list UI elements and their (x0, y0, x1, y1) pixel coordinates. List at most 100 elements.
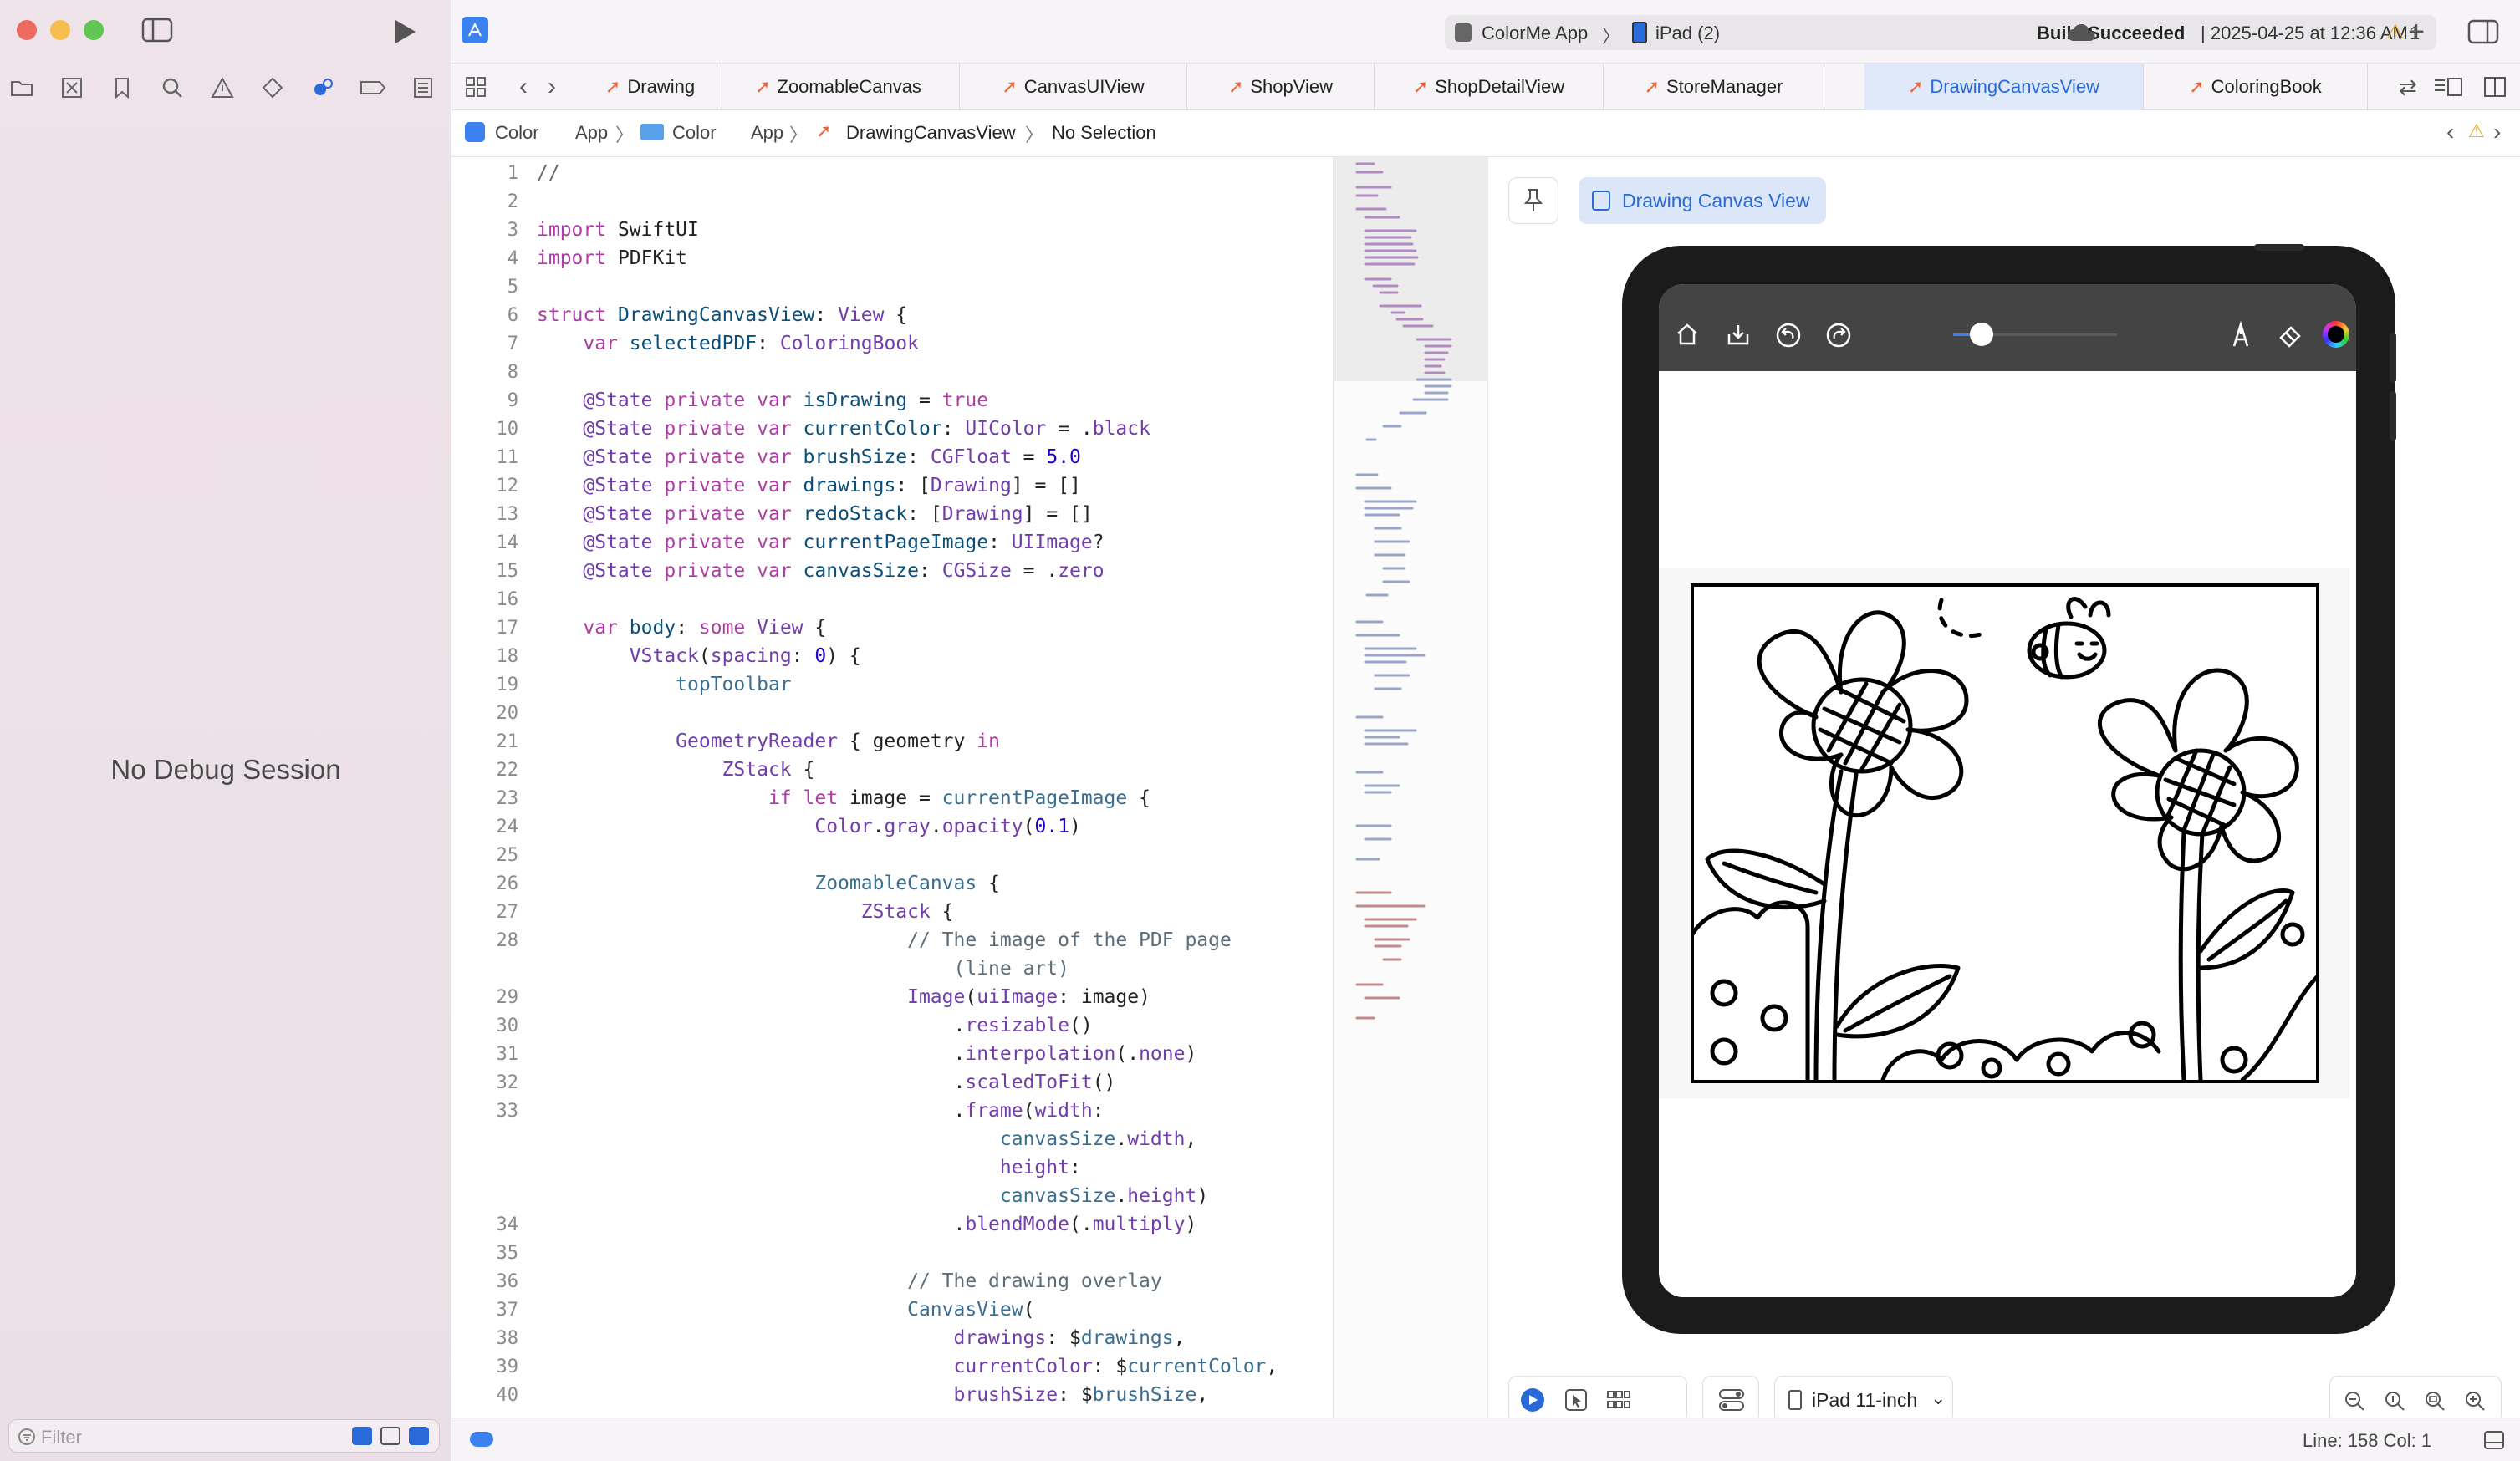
code-line: .scaledToFit() (537, 1072, 1116, 1093)
line-number: 24 (496, 817, 519, 837)
device-settings-button[interactable] (1702, 1376, 1759, 1423)
forward-icon[interactable]: › (542, 72, 562, 102)
home-icon[interactable] (1676, 323, 1699, 346)
ipad-device-icon (1788, 1390, 1802, 1410)
line-number: 22 (496, 760, 519, 781)
source-control-icon[interactable] (57, 75, 87, 100)
cloud-status-icon[interactable] (2065, 18, 2099, 47)
breadcrumb-selection[interactable]: No Selection (1052, 122, 1156, 144)
code-line: import PDFKit (537, 247, 688, 269)
filter-local-icon[interactable] (380, 1427, 400, 1445)
folder-icon (640, 124, 664, 140)
run-button-icon[interactable] (386, 15, 423, 48)
code-line: drawings: $drawings, (953, 1327, 1186, 1349)
breadcrumb-folder[interactable]: Color (672, 122, 717, 144)
find-navigator-icon[interactable] (157, 75, 187, 100)
line-number: 13 (496, 504, 519, 525)
scheme-status-bar[interactable]: ColorMe App 〉 iPad (2) Build Succeeded |… (1445, 15, 2436, 50)
code-line: .resizable() (537, 1015, 1093, 1036)
coloring-page-sunflowers-bee[interactable] (1691, 583, 2319, 1083)
code-line: canvasSize.width, (999, 1128, 1197, 1150)
report-navigator-icon[interactable] (408, 75, 438, 100)
swift-file-icon: ➚ (1644, 76, 1660, 97)
swift-file-icon: ➚ (1002, 76, 1018, 97)
line-number: 38 (496, 1328, 519, 1349)
swap-editors-icon[interactable]: ⇄ (2393, 74, 2423, 100)
tab-shopview[interactable]: ➚ ShopView (1187, 64, 1375, 110)
scheme-name[interactable]: ColorMe App (1482, 23, 1588, 44)
editor-options-icon[interactable] (2430, 74, 2466, 100)
line-number: 26 (496, 873, 519, 894)
line-number: 20 (496, 703, 519, 724)
debug-navigator-icon[interactable] (308, 75, 338, 100)
code-editor[interactable]: 1 2 3 4 5 6 7 8 9 10 11 12 13 14 15 16 17 18 19 20 21 22 23 24 2… (451, 157, 1333, 1418)
undo-icon[interactable] (1776, 323, 1801, 348)
filter-field[interactable]: Filter (8, 1419, 440, 1453)
color-picker-icon[interactable] (2323, 321, 2349, 348)
line-number: 29 (496, 987, 519, 1008)
breadcrumb-folder-suffix[interactable]: App (751, 122, 783, 144)
breakpoint-navigator-icon[interactable] (358, 75, 388, 100)
zoom-window-button[interactable] (84, 20, 104, 40)
swift-file-icon: ➚ (755, 76, 771, 97)
previous-issue-icon[interactable]: ‹ (2446, 119, 2454, 145)
code-line: @State private var currentPageImage: UII… (583, 532, 1104, 553)
filter-variables-icon[interactable] (352, 1427, 372, 1445)
zoom-to-100-icon[interactable] (2384, 1390, 2405, 1412)
minimize-window-button[interactable] (50, 20, 70, 40)
code-line: ZoomableCanvas { (814, 873, 1000, 894)
tab-zoomablecanvas[interactable]: ➚ ZoomableCanvas (717, 64, 960, 110)
preview-selector-tab[interactable]: Drawing Canvas View (1579, 177, 1826, 224)
folder-navigator-icon[interactable] (7, 75, 37, 100)
split-editor-icon[interactable] (2480, 74, 2510, 100)
back-icon[interactable]: ‹ (513, 72, 533, 102)
zoom-in-icon[interactable] (2464, 1390, 2486, 1412)
minimap[interactable] (1333, 157, 1488, 1418)
brush-size-slider-thumb[interactable] (1970, 323, 1993, 346)
add-icon[interactable]: + (2400, 16, 2433, 48)
eraser-icon[interactable] (2278, 323, 2303, 348)
tab-coloringbook[interactable]: ➚ ColoringBook (2144, 64, 2368, 110)
selectable-mode-icon[interactable] (1564, 1388, 1588, 1412)
toggle-settings-icon (1719, 1389, 1744, 1411)
inspector-toggle-icon[interactable] (2465, 17, 2502, 47)
bookmark-icon[interactable] (107, 75, 137, 100)
next-issue-icon[interactable]: › (2493, 119, 2501, 145)
line-number: 39 (496, 1357, 519, 1377)
line-number: 35 (496, 1243, 519, 1264)
tab-drawingcanvasview[interactable]: ➚ DrawingCanvasView (1864, 64, 2144, 110)
chevron-right-icon: 〉 (1025, 125, 1044, 145)
debug-area-toggle-icon[interactable] (470, 1432, 493, 1447)
zoom-to-fit-icon[interactable] (2424, 1390, 2446, 1412)
close-window-button[interactable] (17, 20, 37, 40)
redo-icon[interactable] (1826, 323, 1851, 348)
sidebar-toggle-icon[interactable] (139, 15, 176, 45)
ipad-screen (1659, 284, 2356, 1297)
save-download-icon[interactable] (1726, 323, 1751, 346)
code-line: // The image of the PDF page (907, 929, 1232, 951)
device-name[interactable]: iPad (2) (1655, 23, 1720, 44)
tab-canvasuiview[interactable]: ➚ CanvasUIView (960, 64, 1187, 110)
tab-drawing[interactable]: ➚ Drawing (584, 64, 717, 110)
test-navigator-icon[interactable] (258, 75, 288, 100)
issue-navigator-icon[interactable] (207, 75, 237, 100)
line-number: 8 (507, 362, 518, 383)
tab-storemanager[interactable]: ➚ StoreManager (1604, 64, 1824, 110)
live-preview-icon[interactable] (1521, 1388, 1544, 1412)
filter-all-icon[interactable] (409, 1427, 429, 1445)
device-selector[interactable]: iPad 11-inch ⌄ (1774, 1376, 1953, 1423)
zoom-out-icon[interactable] (2344, 1390, 2365, 1412)
breadcrumb-project[interactable]: Color (495, 122, 539, 144)
preview-icon (1592, 191, 1610, 211)
filter-icon (18, 1428, 35, 1445)
panel-layout-icon[interactable] (2483, 1430, 2505, 1450)
tab-shopdetailview[interactable]: ➚ ShopDetailView (1375, 64, 1604, 110)
breadcrumb-project-suffix[interactable]: App (575, 122, 608, 144)
line-number: 7 (507, 333, 518, 354)
related-items-icon[interactable] (462, 74, 490, 100)
breadcrumb-file[interactable]: DrawingCanvasView (846, 122, 1016, 144)
warning-icon[interactable]: ⚠ (2468, 120, 2485, 142)
variants-icon[interactable] (1606, 1388, 1631, 1412)
pen-tool-icon[interactable] (2229, 321, 2252, 348)
pin-preview-icon[interactable] (1508, 177, 1558, 224)
